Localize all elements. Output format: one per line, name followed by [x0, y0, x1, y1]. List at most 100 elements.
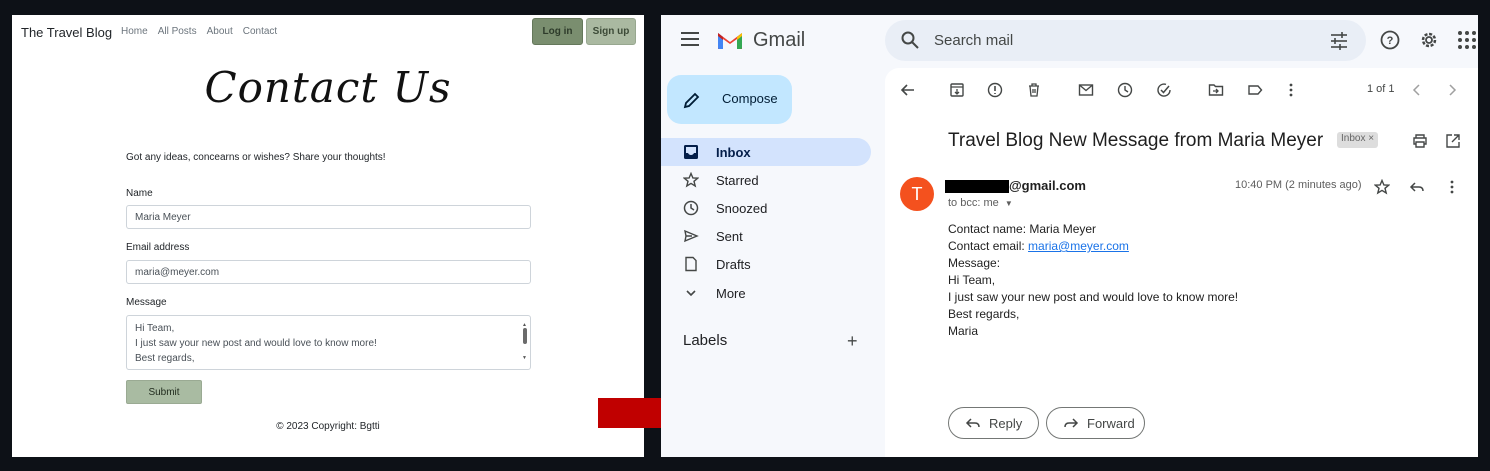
gmail-window: Gmail Search mail ? Compose Inbox Starre…	[661, 15, 1478, 457]
signup-button[interactable]: Sign up	[586, 18, 636, 45]
move-to-folder-icon[interactable]	[1208, 82, 1224, 98]
forward-button[interactable]: Forward	[1046, 407, 1145, 439]
add-label-icon[interactable]: +	[847, 331, 858, 352]
star-icon[interactable]	[1374, 179, 1390, 195]
body-line: Contact name: Maria Meyer	[948, 222, 1097, 236]
sidebar-item-snoozed[interactable]: Snoozed	[661, 194, 871, 222]
sidebar-item-more[interactable]: More	[661, 279, 871, 307]
body-line: I just saw your new post and would love …	[948, 290, 1239, 304]
forward-icon	[1064, 418, 1079, 428]
email-link[interactable]: maria@meyer.com	[1028, 239, 1129, 253]
label-icon[interactable]	[1247, 82, 1263, 98]
chevron-down-icon	[686, 290, 696, 297]
pagination-text: 1 of 1	[1367, 83, 1395, 95]
intro-text: Got any ideas, concearns or wishes? Shar…	[126, 152, 386, 163]
archive-icon[interactable]	[949, 82, 965, 98]
more-vertical-icon[interactable]	[1444, 179, 1460, 195]
recipient-details[interactable]: to bcc: me ▼	[948, 197, 1013, 209]
more-vertical-icon[interactable]	[1283, 82, 1299, 98]
body-text: Contact email:	[948, 239, 1029, 253]
message-line: I just saw your new post and would love …	[135, 338, 377, 349]
search-icon[interactable]	[901, 31, 919, 49]
back-arrow-icon[interactable]	[900, 82, 916, 98]
sidebar-item-starred[interactable]: Starred	[661, 166, 871, 194]
star-icon	[683, 172, 699, 188]
search-bar[interactable]: Search mail	[885, 20, 1366, 61]
compose-label: Compose	[722, 91, 778, 106]
mark-unread-icon[interactable]	[1078, 82, 1094, 98]
nav-link-contact[interactable]: Contact	[243, 26, 277, 37]
blog-navbar: Home All Posts About Contact	[121, 26, 277, 37]
forward-label: Forward	[1087, 415, 1135, 431]
textarea-scrollbar[interactable]: ▲ ▼	[522, 319, 528, 367]
gmail-wordmark: Gmail	[753, 29, 806, 51]
recipient-text: to bcc: me	[948, 197, 999, 209]
nav-link-home[interactable]: Home	[121, 26, 148, 37]
sender-avatar[interactable]: T	[900, 177, 934, 211]
name-label: Name	[126, 188, 153, 199]
snooze-clock-icon[interactable]	[1117, 82, 1133, 98]
open-new-window-icon[interactable]	[1445, 133, 1461, 149]
login-button[interactable]: Log in	[532, 18, 583, 45]
nav-link-about[interactable]: About	[207, 26, 233, 37]
sidebar-item-label: Starred	[716, 173, 759, 188]
body-line: Contact email: maria@meyer.com	[948, 238, 1238, 255]
delete-icon[interactable]	[1026, 82, 1042, 98]
sidebar-item-inbox[interactable]: Inbox	[661, 138, 871, 166]
send-icon	[684, 229, 699, 243]
draft-icon	[685, 256, 697, 272]
blog-brand[interactable]: The Travel Blog	[21, 25, 112, 40]
sidebar-item-sent[interactable]: Sent	[661, 222, 871, 250]
message-line: Best regards,	[135, 353, 195, 364]
submit-button[interactable]: Submit	[126, 380, 202, 404]
print-icon[interactable]	[1412, 133, 1428, 149]
help-icon[interactable]: ?	[1380, 30, 1400, 50]
inbox-label-chip[interactable]: Inbox ×	[1337, 132, 1379, 148]
svg-text:?: ?	[1387, 35, 1394, 47]
scroll-down-icon[interactable]: ▼	[522, 351, 527, 366]
compose-button[interactable]: Compose	[667, 75, 792, 124]
body-line: Best regards,	[948, 307, 1020, 321]
gmail-logo-icon	[718, 33, 742, 49]
details-dropdown-icon[interactable]: ▼	[1005, 199, 1013, 208]
sidebar-item-label: Sent	[716, 229, 743, 244]
clock-icon	[683, 200, 699, 216]
email-subject: Travel Blog New Message from Maria Meyer	[948, 130, 1324, 151]
apps-grid-icon[interactable]	[1457, 30, 1477, 50]
body-line: Message:	[948, 256, 1001, 270]
email-label: Email address	[126, 242, 190, 253]
footer-copyright: © 2023 Copyright: Bgtti	[276, 421, 380, 432]
labels-header: Labels	[683, 332, 728, 349]
scrollbar-thumb[interactable]	[523, 328, 527, 344]
search-options-icon[interactable]	[1330, 32, 1348, 50]
report-spam-icon[interactable]	[987, 82, 1003, 98]
chevron-right-icon[interactable]	[1444, 82, 1460, 98]
sidebar-item-label: Snoozed	[716, 201, 768, 216]
reply-button[interactable]: Reply	[948, 407, 1039, 439]
body-line: Hi Team,	[948, 273, 996, 287]
settings-gear-icon[interactable]	[1419, 30, 1439, 50]
add-task-icon[interactable]	[1156, 82, 1172, 98]
reply-icon	[965, 418, 980, 428]
pencil-icon	[683, 92, 700, 109]
main-menu-icon[interactable]	[681, 32, 699, 46]
sidebar-item-drafts[interactable]: Drafts	[661, 250, 871, 278]
search-input[interactable]: Search mail	[934, 32, 1013, 49]
page-title: Contact Us	[204, 63, 452, 112]
redacted-sender-name	[945, 180, 1009, 193]
inbox-icon	[684, 145, 698, 159]
blog-contact-page: The Travel Blog Home All Posts About Con…	[12, 15, 644, 457]
sidebar-item-label: More	[716, 286, 746, 301]
message-label: Message	[126, 297, 167, 308]
message-textarea[interactable]: Hi Team, I just saw your new post and wo…	[126, 315, 531, 370]
email-body: Contact name: Maria Meyer Contact email:…	[948, 221, 1238, 340]
sender-email[interactable]: @gmail.com	[1009, 178, 1086, 193]
reply-icon[interactable]	[1409, 179, 1425, 195]
message-pane: 1 of 1 Travel Blog New Message from Mari…	[885, 68, 1478, 457]
sidebar-item-label: Drafts	[716, 257, 751, 272]
nav-link-all-posts[interactable]: All Posts	[158, 26, 197, 37]
sidebar-item-label: Inbox	[716, 145, 751, 160]
name-field[interactable]: Maria Meyer	[126, 205, 531, 229]
email-field[interactable]: maria@meyer.com	[126, 260, 531, 284]
chevron-left-icon[interactable]	[1409, 82, 1425, 98]
